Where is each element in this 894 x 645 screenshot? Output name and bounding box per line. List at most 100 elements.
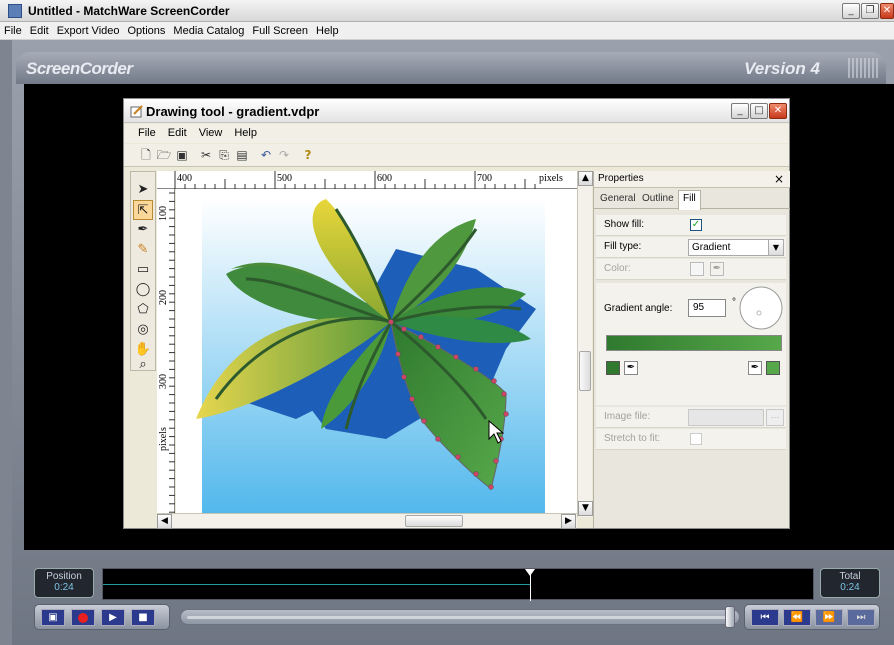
pencil-tool-icon[interactable]: ✎ [133,240,153,260]
playhead-marker-icon[interactable] [525,569,535,577]
image-file-label: Image file: [604,411,651,422]
pencil-icon [130,105,143,118]
menu-help[interactable]: Help [312,22,343,37]
timeline[interactable] [102,568,814,601]
help-icon[interactable]: ? [300,147,316,163]
ruler-h-700: 700 [477,173,492,184]
leaf-drawing [196,199,545,513]
copy-icon[interactable]: ⎘ [216,147,232,163]
dw-menu-edit[interactable]: Edit [162,124,193,139]
vertical-scroll-thumb[interactable] [579,351,591,391]
volume-slider-thumb[interactable] [725,606,735,628]
menu-options[interactable]: Options [124,22,170,37]
drawing-canvas[interactable] [176,189,577,513]
fill-type-select[interactable]: Gradient ▼ [688,239,784,256]
screen-capture-icon[interactable]: ▣ [41,609,65,626]
ruler-h-unit: pixels [539,173,563,184]
menu-export-video[interactable]: Export Video [53,22,124,37]
show-fill-checkbox[interactable]: ✓ [690,219,702,231]
spiral-icon[interactable]: ◎ [133,320,153,340]
chevron-down-icon[interactable]: ▼ [768,240,783,255]
dw-menu-help[interactable]: Help [228,124,263,139]
color-row: Color: ✒ [596,259,786,280]
gradient-preview-bar[interactable] [606,335,782,351]
node-select-icon[interactable]: ⇱ [133,200,153,220]
menu-edit[interactable]: Edit [26,22,53,37]
maximize-button[interactable]: ❐ [861,3,879,19]
skip-end-icon[interactable]: ⏭ [847,609,875,626]
rewind-icon[interactable]: ⏪ [783,609,811,626]
menu-full-screen[interactable]: Full Screen [248,22,312,37]
gradient-angle-label: Gradient angle: [604,303,673,314]
close-button[interactable]: ✕ [880,3,894,19]
horizontal-scroll-thumb[interactable] [405,515,463,527]
total-label: Total [839,571,861,582]
record-button[interactable] [71,609,95,626]
browse-button[interactable]: … [766,409,784,426]
tab-general[interactable]: General [596,191,640,209]
tab-outline[interactable]: Outline [638,191,678,209]
color-swatch[interactable] [690,262,704,276]
paste-icon[interactable]: ▤ [234,147,250,163]
ruler-h-600: 600 [377,173,392,184]
app-title-bar: Untitled - MatchWare ScreenCorder _ ❐ ✕ [0,0,894,22]
rectangle-icon[interactable]: ▭ [133,260,153,280]
vertical-scrollbar[interactable]: ▲ ▼ [577,171,593,517]
total-box: Total 0:24 [820,568,880,598]
scroll-right-button[interactable]: ▶ [561,514,576,529]
stop-button[interactable]: ■ [131,609,155,626]
dw-maximize-button[interactable]: □ [750,103,768,119]
cut-icon[interactable]: ✂ [198,147,214,163]
fast-forward-icon[interactable]: ⏩ [815,609,843,626]
scroll-up-button[interactable]: ▲ [578,171,593,186]
angle-dial[interactable] [738,285,784,331]
dw-close-button[interactable]: ✕ [769,103,787,119]
play-button[interactable]: ▶ [101,609,125,626]
stretch-checkbox[interactable] [690,433,702,445]
drawing-window-title: Drawing tool - gradient.vdpr [146,104,320,119]
dw-menu-view[interactable]: View [193,124,229,139]
eyedropper-icon[interactable]: ✒ [710,262,724,276]
image-file-input[interactable] [688,409,764,426]
end-eyedropper-icon[interactable]: ✒ [748,361,762,375]
pen-icon[interactable]: ✒ [133,220,153,240]
ruler-v-200: 200 [158,290,169,305]
tool-palette: ➤ ⇱ ✒ ✎ ▭ ◯ ⬠ ◎ ✋ ⌕ [130,171,156,372]
open-folder-icon[interactable]: 🗁 [156,147,172,163]
gradient-angle-input[interactable]: 95 [688,299,726,317]
drawing-toolbar: 🗋 🗁 ▣ ✂ ⎘ ▤ ↶ ↷ ? [124,144,789,167]
menu-file[interactable]: File [0,22,26,37]
scroll-left-button[interactable]: ◀ [157,514,172,529]
horizontal-scrollbar[interactable]: ◀ ▶ [157,513,577,529]
degree-symbol: ° [732,297,736,308]
minimize-button[interactable]: _ [842,3,860,19]
select-arrow-icon[interactable]: ➤ [133,180,153,200]
gradient-end-swatch[interactable] [766,361,780,375]
total-value: 0:24 [840,582,860,593]
menu-media-catalog[interactable]: Media Catalog [169,22,248,37]
position-box: Position 0:24 [34,568,94,598]
skip-start-icon[interactable]: ⏮ [751,609,779,626]
dw-minimize-button[interactable]: _ [731,103,749,119]
dw-menu-file[interactable]: File [124,124,162,139]
save-icon[interactable]: ▣ [174,147,190,163]
tab-fill[interactable]: Fill [678,190,701,210]
undo-icon[interactable]: ↶ [258,147,274,163]
ruler-v-300: 300 [158,374,169,389]
properties-panel: Properties × General Outline Fill Show f… [593,171,790,528]
redo-icon[interactable]: ↷ [276,147,292,163]
scroll-down-button[interactable]: ▼ [578,501,593,516]
seek-track[interactable] [180,606,740,628]
gradient-start-swatch[interactable] [606,361,620,375]
polygon-icon[interactable]: ⬠ [133,300,153,320]
zoom-icon[interactable]: ⌕ [133,358,153,372]
new-file-icon[interactable]: 🗋 [138,147,154,163]
position-value: 0:24 [54,582,74,593]
start-eyedropper-icon[interactable]: ✒ [624,361,638,375]
properties-tabs: General Outline Fill [594,189,790,210]
drawing-tool-window: Drawing tool - gradient.vdpr _ □ ✕ File E… [123,98,790,529]
properties-close-icon[interactable]: × [774,172,784,186]
ruler-v-100: 100 [158,206,169,221]
ruler-h-400: 400 [177,173,192,184]
ellipse-icon[interactable]: ◯ [133,280,153,300]
